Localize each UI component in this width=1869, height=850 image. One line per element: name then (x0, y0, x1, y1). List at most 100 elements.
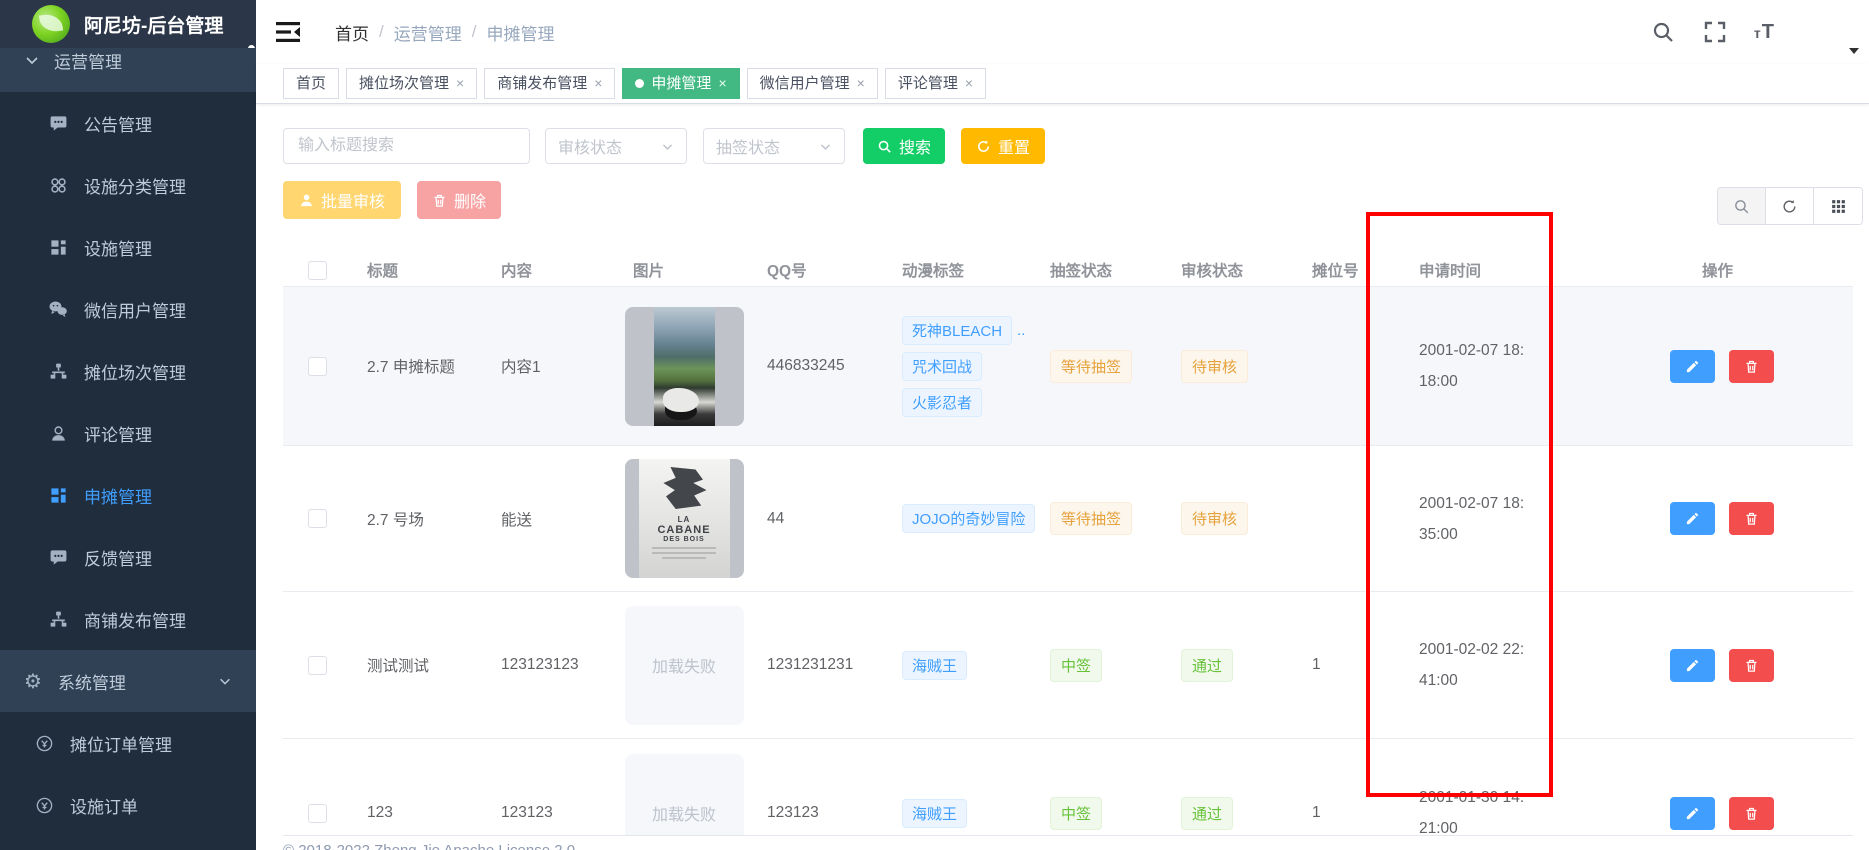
close-icon[interactable]: × (718, 69, 726, 98)
user-icon (48, 423, 68, 443)
user-menu[interactable] (1801, 8, 1855, 56)
search-button[interactable]: 搜索 (863, 128, 945, 164)
cell-qq: 1231231231 (751, 656, 886, 674)
sidebar-section-system[interactable]: ⚙ 系统管理 (0, 650, 256, 712)
fullscreen-icon[interactable] (1702, 19, 1728, 45)
draw-status-badge: 中签 (1050, 649, 1102, 682)
sidebar-item-booth-sessions[interactable]: 摊位场次管理 (0, 340, 256, 402)
breadcrumb: 首页 / 运营管理 / 申摊管理 (335, 20, 554, 45)
sidebar-item-shop-publish[interactable]: 商铺发布管理 (0, 588, 256, 650)
batch-audit-button[interactable]: 批量审核 (283, 181, 401, 219)
cell-tags: JOJO的奇妙冒险 (886, 504, 1034, 533)
sidebar-item-label: 设施订单 (70, 793, 138, 818)
close-icon[interactable]: × (594, 69, 602, 98)
cell-tags: 海贼王 (886, 651, 1034, 680)
audit-status-select[interactable]: 审核状态 (545, 128, 687, 164)
col-header-actions: 操作 (1656, 259, 1853, 281)
delete-button[interactable] (1729, 350, 1774, 383)
tab-comments[interactable]: 评论管理× (885, 68, 986, 99)
row-checkbox[interactable] (308, 656, 327, 675)
toolbar-search-toggle[interactable] (1718, 188, 1766, 224)
trash-icon (1744, 511, 1759, 526)
poster-art (663, 467, 707, 509)
delete-selected-button[interactable]: 删除 (417, 181, 501, 219)
sidebar-item-label: 设施分类管理 (84, 173, 186, 198)
cell-qq: 123123 (751, 804, 886, 822)
coin-icon (34, 795, 54, 815)
row-checkbox[interactable] (308, 357, 327, 376)
table-row: 测试测试 123123123 加载失败 1231231231 海贼王 中签 通过… (283, 592, 1853, 739)
sidebar-item-facility-category[interactable]: 设施分类管理 (0, 154, 256, 216)
anime-tag: 海贼王 (902, 799, 967, 828)
sidebar-item-feedback[interactable]: 反馈管理 (0, 526, 256, 588)
delete-button[interactable] (1729, 502, 1774, 535)
cell-qq: 44 (751, 510, 886, 528)
sidebar-item-booth-application[interactable]: 申摊管理 (0, 464, 256, 526)
toolbar-refresh-button[interactable] (1766, 188, 1814, 224)
font-size-icon[interactable]: тT (1754, 21, 1775, 44)
edit-button[interactable] (1670, 649, 1715, 682)
cell-apply-time: 2001-02-02 22:41:00 (1403, 634, 1656, 696)
select-all-checkbox[interactable] (308, 261, 327, 280)
table-row: 2.7 申摊标题 内容1 446833245 死神BLEACH.. 咒术回战 火… (283, 287, 1853, 446)
breadcrumb-home[interactable]: 首页 (335, 20, 369, 45)
sidebar-section-operations[interactable]: 运营管理 (0, 48, 256, 92)
anime-tag: 咒术回战 (902, 352, 982, 381)
sidebar-item-booth-orders[interactable]: 摊位订单管理 (0, 712, 256, 774)
squares-icon (48, 485, 68, 505)
tab-booth-sessions[interactable]: 摊位场次管理× (346, 68, 477, 99)
tab-wechat-users[interactable]: 微信用户管理× (747, 68, 878, 99)
sidebar-item-comments[interactable]: 评论管理 (0, 402, 256, 464)
sidebar-item-facility[interactable]: 设施管理 (0, 216, 256, 278)
delete-button[interactable] (1729, 797, 1774, 830)
sidebar-item-label: 公告管理 (84, 111, 152, 136)
sidebar-item-label: 摊位场次管理 (84, 359, 186, 384)
close-icon[interactable]: × (456, 69, 464, 98)
image-load-failed: 加载失败 (625, 606, 744, 725)
edit-button[interactable] (1670, 797, 1715, 830)
sidebar-section-label: 系统管理 (58, 669, 126, 694)
poster-text: CABANE (639, 524, 730, 536)
sidebar-item-announcements[interactable]: 公告管理 (0, 92, 256, 154)
user-icon (299, 193, 314, 208)
tab-booth-application[interactable]: 申摊管理× (622, 68, 739, 99)
view-tabs: 首页 摊位场次管理× 商铺发布管理× 申摊管理× 微信用户管理× 评论管理× (256, 64, 1869, 104)
tab-shop-publish[interactable]: 商铺发布管理× (484, 68, 615, 99)
trash-icon (1744, 658, 1759, 673)
reset-button[interactable]: 重置 (961, 128, 1045, 164)
breadcrumb-operations: 运营管理 (394, 20, 462, 45)
sidebar-item-label: 申摊管理 (84, 483, 152, 508)
toolbar-columns-button[interactable] (1814, 188, 1862, 224)
cell-tags: 死神BLEACH.. 咒术回战 火影忍者 (886, 316, 1034, 417)
sitemap-icon (48, 361, 68, 381)
edit-button[interactable] (1670, 350, 1715, 383)
close-icon[interactable]: × (965, 69, 973, 98)
anime-tag: 火影忍者 (902, 388, 982, 417)
table-row: 2.7 号场 能送 LA CABANE DES BOIS 44 JOJO的奇妙冒… (283, 446, 1853, 592)
app-title: 阿尼坊-后台管理 (84, 11, 223, 38)
draw-status-select[interactable]: 抽签状态 (703, 128, 845, 164)
draw-status-badge: 等待抽签 (1050, 502, 1132, 535)
row-checkbox[interactable] (308, 509, 327, 528)
sidebar-collapse-icon[interactable] (275, 20, 301, 44)
col-header-apply-time: 申请时间 (1403, 259, 1656, 281)
table-header-row: 标题 内容 图片 QQ号 动漫标签 抽签状态 审核状态 摊位号 申请时间 操作 (283, 254, 1853, 287)
delete-button[interactable] (1729, 649, 1774, 682)
title-search-input[interactable] (283, 128, 530, 164)
sidebar-item-wechat-users[interactable]: 微信用户管理 (0, 278, 256, 340)
tab-home[interactable]: 首页 (283, 68, 339, 99)
close-icon[interactable]: × (857, 69, 865, 98)
edit-button[interactable] (1670, 502, 1715, 535)
sidebar-item-facility-orders[interactable]: 设施订单 (0, 774, 256, 836)
sidebar-submenu-system: 摊位订单管理 设施订单 (0, 712, 256, 850)
row-checkbox[interactable] (308, 804, 327, 823)
chevron-down-icon (24, 52, 40, 68)
logo-row: 阿尼坊-后台管理 (0, 0, 256, 48)
cell-content: 内容1 (485, 355, 617, 377)
squares-icon (48, 237, 68, 257)
row-image[interactable] (625, 307, 744, 426)
cell-content: 123123 (485, 804, 617, 822)
search-icon[interactable] (1650, 19, 1676, 45)
gear-icon: ⚙ (24, 669, 42, 694)
row-image[interactable]: LA CABANE DES BOIS (625, 459, 744, 578)
